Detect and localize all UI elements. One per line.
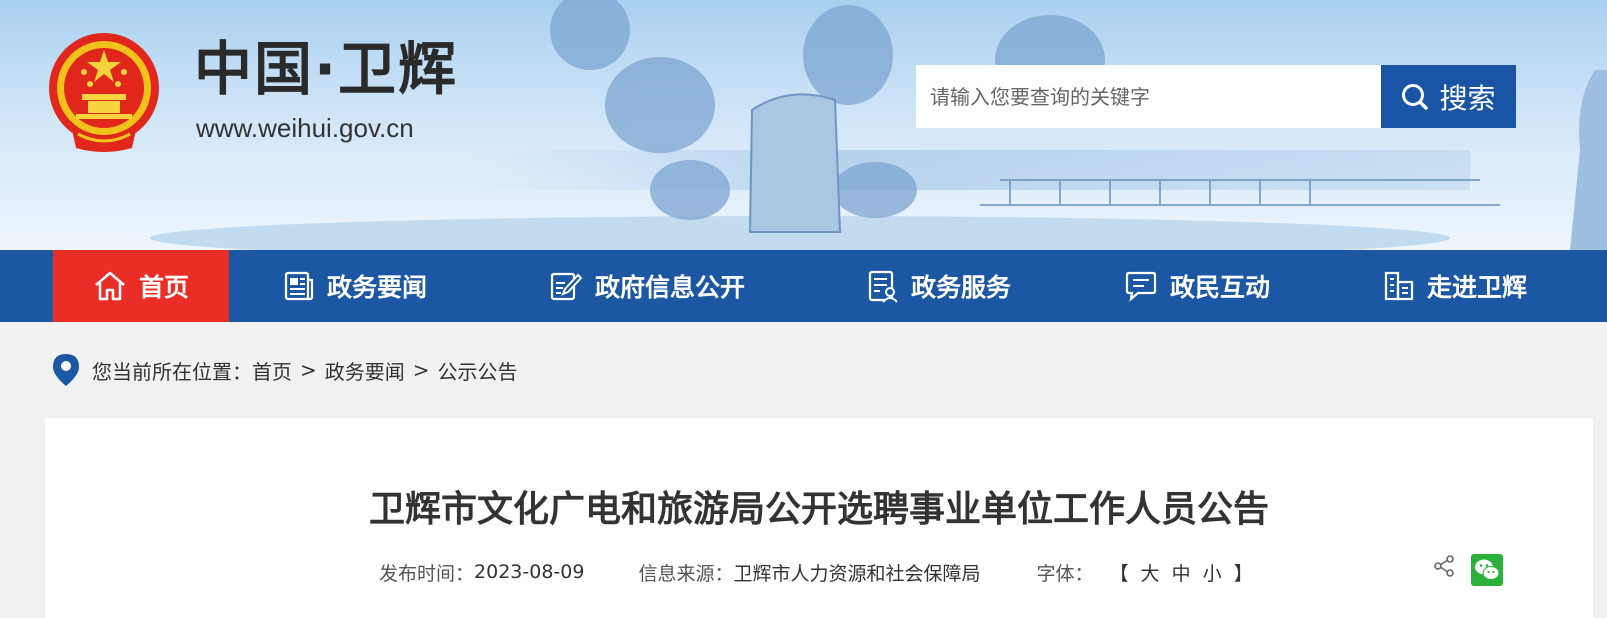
nav-item-interaction[interactable]: 政民互动	[1124, 250, 1270, 322]
publish-time-label: 发布时间：	[379, 562, 475, 585]
breadcrumb-link-news[interactable]: 政务要闻	[325, 356, 405, 385]
breadcrumb-link-notice[interactable]: 公示公告	[438, 356, 518, 385]
font-size-label: 字体：	[1036, 562, 1094, 585]
source-label: 信息来源：	[638, 562, 734, 585]
article-title: 卫辉市文化广电和旅游局公开选聘事业单位工作人员公告	[368, 489, 1269, 530]
font-size-large[interactable]: 大	[1141, 563, 1163, 585]
search-button-label: 搜索	[1439, 81, 1496, 115]
search-input[interactable]	[916, 65, 1381, 128]
home-icon	[95, 271, 125, 301]
nav-item-label: 政务服务	[911, 273, 1012, 302]
font-size-medium[interactable]: 中	[1172, 563, 1194, 585]
source-value: 卫辉市人力资源和社会保障局	[733, 562, 981, 585]
article-meta: 发布时间： 2023-08-09 信息来源： 卫辉市人力资源和社会保障局 字体：…	[379, 557, 1256, 587]
font-size-bracket-open: 【	[1109, 562, 1132, 585]
location-pin-icon	[53, 354, 79, 386]
search-icon	[1402, 83, 1429, 110]
breadcrumb-link-home[interactable]: 首页	[252, 356, 292, 385]
header-banner: 中国·卫辉 www.weihui.gov.cn 搜索	[0, 0, 1607, 250]
breadcrumb-prefix: 您当前所在位置：	[92, 359, 252, 384]
wechat-share-icon[interactable]	[1471, 554, 1503, 586]
nav-item-home[interactable]: 首页	[53, 250, 229, 322]
edit-document-icon	[550, 272, 583, 301]
nav-item-news[interactable]: 政务要闻	[283, 250, 427, 322]
search-button[interactable]: 搜索	[1381, 65, 1516, 128]
share-icon[interactable]	[1433, 555, 1455, 577]
publish-date: 2023-08-09	[474, 561, 585, 583]
breadcrumb-separator: >	[412, 358, 430, 382]
nav-item-gov-info[interactable]: 政府信息公开	[549, 250, 745, 322]
site-url[interactable]: www.weihui.gov.cn	[196, 113, 414, 144]
nav-item-about[interactable]: 走进卫辉	[1383, 250, 1527, 322]
font-size-bracket-close: 】	[1233, 562, 1256, 585]
wechat-icon	[1475, 559, 1500, 580]
article-card: 卫辉市文化广电和旅游局公开选聘事业单位工作人员公告 发布时间： 2023-08-…	[45, 418, 1593, 618]
national-emblem	[49, 33, 159, 152]
nav-item-label: 政府信息公开	[595, 273, 746, 302]
font-size-small[interactable]: 小	[1203, 563, 1225, 585]
buildings-icon	[1384, 271, 1414, 301]
newspaper-icon	[284, 271, 314, 301]
chat-icon	[1125, 271, 1157, 302]
breadcrumb-separator: >	[300, 358, 317, 382]
main-nav: 首页 政务要闻 政府信息公开 政务服务 政民互动 走进卫辉	[0, 250, 1607, 322]
nav-item-services[interactable]: 政务服务	[867, 250, 1011, 322]
service-document-icon	[868, 270, 898, 303]
nav-item-label: 政民互动	[1170, 273, 1271, 302]
breadcrumb: 您当前所在位置： 首页 > 政务要闻 > 公示公告	[52, 350, 518, 390]
site-title: 中国·卫辉	[194, 35, 459, 103]
nav-item-label: 政务要闻	[327, 273, 428, 302]
nav-item-label: 首页	[138, 273, 189, 302]
nav-item-label: 走进卫辉	[1427, 273, 1528, 302]
font-size-control: 【 大 中 小 】	[1109, 559, 1255, 586]
